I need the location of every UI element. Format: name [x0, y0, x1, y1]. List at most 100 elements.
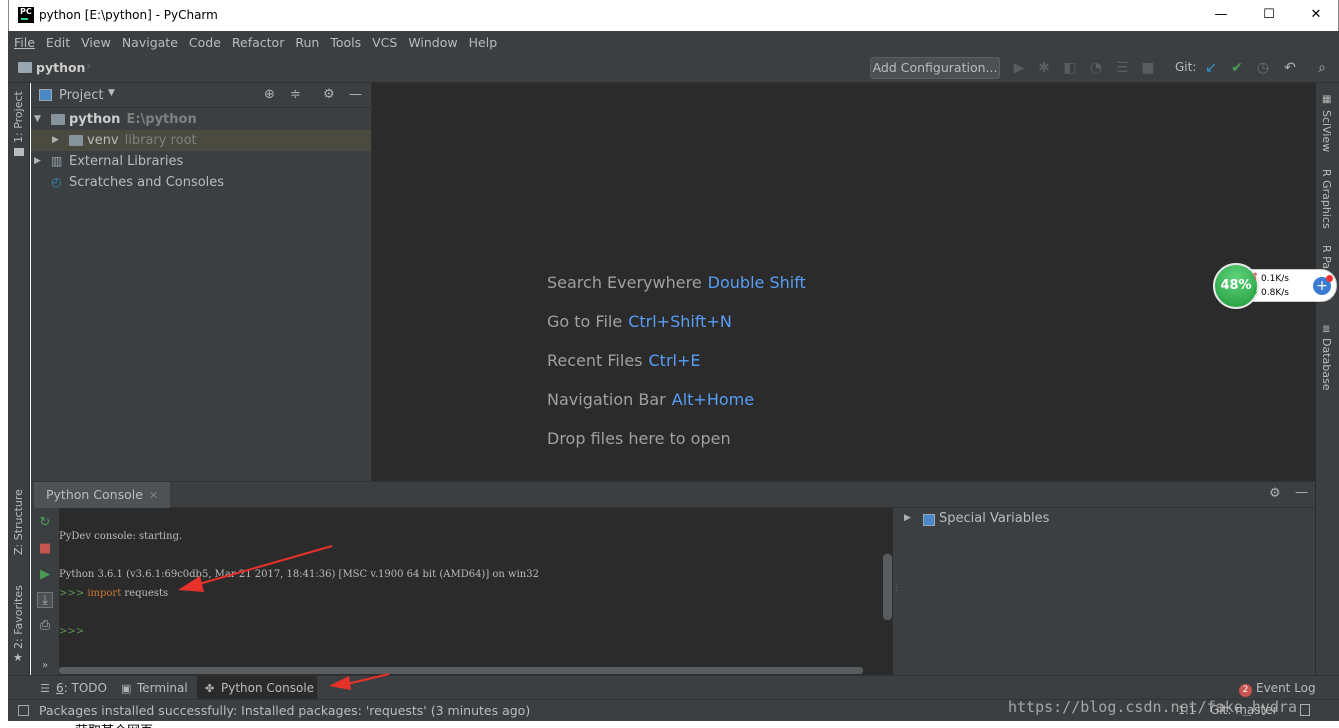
- tab-database[interactable]: Database: [1320, 338, 1333, 391]
- tab-python-console-bottom[interactable]: ✤ Python Console: [197, 676, 317, 700]
- menu-run[interactable]: Run: [295, 35, 319, 50]
- add-configuration-button[interactable]: Add Configuration...: [870, 57, 1000, 79]
- console-prompt: >>>: [59, 626, 85, 637]
- arrow-shaft: [191, 545, 333, 587]
- network-meter-widget[interactable]: 48% ↑ 0.1K/s ↓ 0.8K/s +: [1213, 263, 1337, 309]
- search-icon[interactable]: ⌕: [1314, 60, 1330, 76]
- tab-favorites[interactable]: 2: Favorites: [12, 585, 25, 649]
- vcs-commit-icon[interactable]: ✔: [1229, 60, 1245, 76]
- menu-file[interactable]: File: [14, 35, 35, 50]
- special-variables[interactable]: Special Variables: [939, 511, 1049, 526]
- tree-item-python[interactable]: ▼ python E:\python: [31, 109, 371, 130]
- collapsed-triangle-icon[interactable]: ▶: [52, 130, 59, 151]
- import-keyword: import: [87, 588, 122, 599]
- menu-view[interactable]: View: [81, 35, 111, 50]
- toggle-tool-windows-icon[interactable]: [18, 705, 29, 716]
- hint-shortcut: Alt+Home: [671, 390, 755, 409]
- locate-icon[interactable]: ⊕: [264, 87, 275, 102]
- tab-sciview[interactable]: SciView: [1320, 110, 1333, 152]
- navigation-bar: python › Add Configuration... ▶ ✱ ◧ ◔ ☰ …: [8, 53, 1339, 83]
- minimize-button[interactable]: —: [1206, 4, 1236, 26]
- tab-python-console[interactable]: Python Console ✕: [34, 482, 171, 508]
- tree-item-scratches[interactable]: ◴ Scratches and Consoles: [31, 172, 371, 193]
- project-view-selector[interactable]: Project: [59, 88, 103, 103]
- menu-code-label: Code: [188, 34, 221, 50]
- import-module: requests: [121, 588, 169, 599]
- upload-arrow-icon: ↑: [1251, 272, 1260, 283]
- coverage-icon[interactable]: ◧: [1062, 60, 1078, 76]
- window-title: python [E:\python] - PyCharm: [39, 8, 218, 22]
- profile-icon[interactable]: ◔: [1088, 60, 1104, 76]
- debug-icon[interactable]: ✱: [1036, 60, 1052, 76]
- tab-project[interactable]: 1: Project: [12, 91, 25, 143]
- gear-icon[interactable]: ⚙: [323, 87, 335, 102]
- menu-help[interactable]: Help: [469, 35, 498, 50]
- concurrency-icon[interactable]: ☰: [1114, 60, 1130, 76]
- menu-navigate[interactable]: Navigate: [122, 35, 178, 50]
- console-toolbar: ↻ ■ ▶ ⤓ ⎙ »: [31, 508, 59, 675]
- app-icon-text: PC: [20, 7, 32, 16]
- collapsed-triangle-icon[interactable]: ▶: [904, 513, 911, 523]
- hint-recent-files: Recent Files Ctrl+E: [547, 351, 700, 370]
- menu-vcs[interactable]: VCS: [372, 35, 397, 50]
- git-label: Git:: [1175, 60, 1197, 74]
- menu-code[interactable]: Code: [189, 35, 221, 50]
- menu-window[interactable]: Window: [408, 35, 457, 50]
- todo-number: 6: [56, 681, 64, 695]
- tree-item-venv[interactable]: ▶ venv library root: [31, 130, 371, 151]
- close-tab-icon[interactable]: ✕: [149, 489, 158, 502]
- rerun-icon[interactable]: ↻: [37, 515, 53, 531]
- bottom-tool-tabs: ☰ 6: TODO ▣ Terminal ✤ Python Console 2 Even…: [8, 675, 1339, 700]
- stop-icon[interactable]: ■: [1140, 60, 1156, 76]
- left-tool-strip: 1: Project Z: Structure 2: Favorites ★: [8, 83, 30, 675]
- python-icon: ✤: [205, 682, 215, 695]
- hint-search-everywhere: Search Everywhere Double Shift: [547, 273, 806, 292]
- hint-navigation-bar: Navigation Bar Alt+Home: [547, 390, 754, 409]
- menu-tools[interactable]: Tools: [330, 35, 361, 50]
- tab-r-graphics[interactable]: R Graphics: [1320, 169, 1333, 229]
- menu-tools-label: Tools: [330, 34, 362, 50]
- history-icon[interactable]: ◷: [1255, 60, 1271, 76]
- tree-item-path: E:\python: [126, 112, 197, 127]
- expanded-triangle-icon[interactable]: ▼: [34, 109, 41, 130]
- tree-item-external-libraries[interactable]: ▶ ▥ External Libraries: [31, 151, 371, 172]
- menu-navigate-label: Navigate: [121, 34, 178, 50]
- close-button[interactable]: ✕: [1301, 4, 1331, 26]
- tree-item-label: External Libraries: [69, 154, 184, 169]
- hint-label: Recent Files: [547, 351, 643, 370]
- menu-refactor[interactable]: Refactor: [232, 35, 284, 50]
- breadcrumb-python[interactable]: python: [36, 60, 85, 75]
- collapsed-triangle-icon[interactable]: ▶: [34, 151, 41, 172]
- lock-icon[interactable]: [1300, 704, 1310, 716]
- arrow-head: [178, 576, 204, 592]
- hide-panel-icon[interactable]: —: [349, 87, 362, 102]
- more-icon[interactable]: »: [37, 658, 53, 674]
- status-message[interactable]: Packages installed successfully: Install…: [39, 703, 530, 718]
- console-hide-icon[interactable]: —: [1295, 485, 1308, 500]
- tab-todo[interactable]: ☰ 6: TODO: [32, 676, 115, 700]
- scroll-to-end-icon[interactable]: ⤓: [37, 592, 53, 608]
- notification-dot: [1326, 275, 1333, 282]
- vcs-update-icon[interactable]: ↙: [1203, 60, 1219, 76]
- event-log-button[interactable]: 2 Event Log: [1231, 676, 1324, 700]
- scratches-icon: ◴: [51, 175, 62, 189]
- caret-down-icon[interactable]: ▼: [108, 88, 115, 98]
- vertical-scrollbar[interactable]: [883, 554, 892, 620]
- article-text-below: 获取某个网页:: [75, 720, 157, 728]
- library-folder-icon: [69, 135, 83, 146]
- revert-icon[interactable]: ↶: [1282, 60, 1298, 76]
- stop-icon[interactable]: ■: [37, 541, 53, 557]
- horizontal-scrollbar[interactable]: [59, 667, 863, 674]
- run-icon[interactable]: ▶: [1011, 60, 1027, 76]
- variables-panel: ▶ Special Variables: [899, 508, 1315, 675]
- tab-structure[interactable]: Z: Structure: [12, 489, 25, 555]
- print-icon[interactable]: ⎙: [37, 618, 53, 634]
- maximize-button[interactable]: ☐: [1254, 4, 1284, 26]
- tab-terminal[interactable]: ▣ Terminal: [113, 676, 196, 700]
- pycharm-icon: PC: [18, 7, 34, 23]
- console-gear-icon[interactable]: ⚙: [1269, 486, 1281, 501]
- menu-edit[interactable]: Edit: [46, 35, 70, 50]
- collapse-all-icon[interactable]: ≑: [290, 87, 301, 102]
- editor-area[interactable]: Search Everywhere Double Shift Go to File…: [371, 83, 1315, 481]
- execute-icon[interactable]: ▶: [37, 567, 53, 583]
